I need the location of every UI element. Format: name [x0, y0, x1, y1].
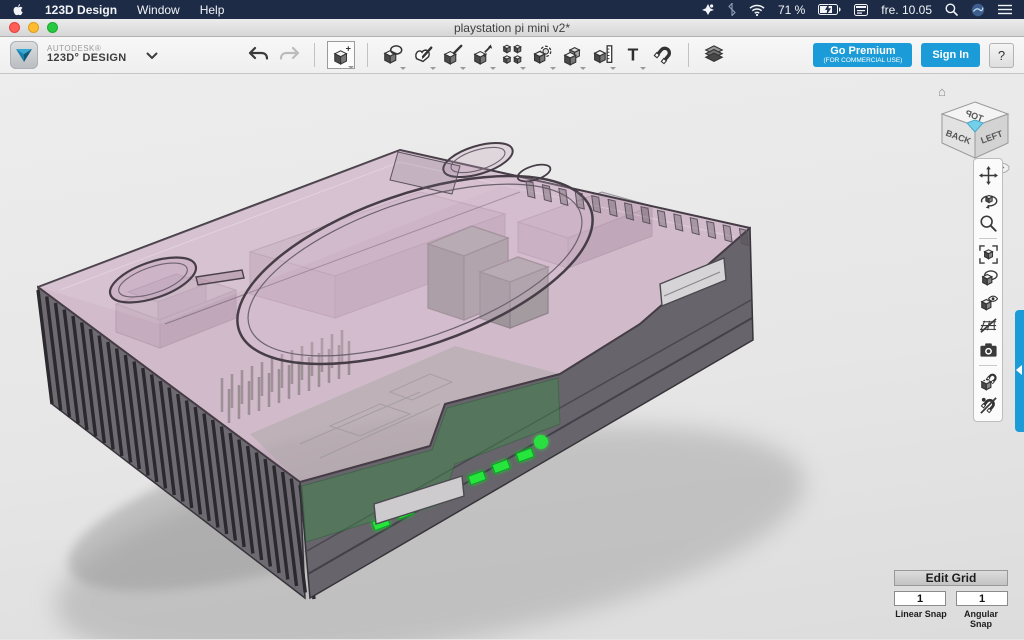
- avast-icon[interactable]: [701, 2, 715, 18]
- toolbar-separator: [314, 43, 315, 67]
- menu-app-name[interactable]: 123D Design: [45, 3, 117, 17]
- redo-icon[interactable]: [276, 41, 302, 69]
- visibility-icon[interactable]: [976, 290, 1000, 314]
- linear-snap-input[interactable]: [894, 591, 946, 606]
- app-menu[interactable]: AUTODESK® 123D° DESIGN: [10, 41, 158, 69]
- apple-icon[interactable]: [12, 2, 25, 18]
- pattern-icon[interactable]: [500, 41, 526, 69]
- arrow-left-icon: [1016, 365, 1022, 375]
- combine-icon[interactable]: [560, 41, 586, 69]
- grouping-icon[interactable]: [530, 41, 556, 69]
- primitives-icon[interactable]: +: [327, 41, 355, 69]
- svg-text:+: +: [345, 44, 350, 53]
- 123d-logo-icon: [10, 41, 38, 69]
- macos-menu-bar: 123D Design Window Help 71 %: [0, 0, 1024, 19]
- home-icon[interactable]: ⌂: [938, 84, 946, 99]
- screen: 123D Design Window Help 71 %: [0, 0, 1024, 640]
- construct-icon[interactable]: [380, 41, 406, 69]
- tool-strip: +: [244, 41, 729, 69]
- battery-icon[interactable]: [818, 2, 841, 18]
- window-title: playstation pi mini v2*: [0, 21, 1024, 35]
- angular-snap-label: Angular Snap: [954, 609, 1008, 629]
- menu-window[interactable]: Window: [137, 3, 180, 17]
- go-premium-sublabel: (FOR COMMERCIAL USE): [823, 57, 902, 64]
- measure-icon[interactable]: [590, 41, 616, 69]
- zoom-icon[interactable]: [976, 211, 1000, 235]
- zoom-fit-icon[interactable]: [976, 242, 1000, 266]
- sign-in-button[interactable]: Sign In: [921, 43, 980, 67]
- view-mode-icon[interactable]: [976, 266, 1000, 290]
- app-toolbar: AUTODESK® 123D° DESIGN +: [0, 37, 1024, 74]
- undo-icon[interactable]: [246, 41, 272, 69]
- svg-text:T: T: [627, 45, 638, 65]
- modify-icon[interactable]: [440, 41, 466, 69]
- bluetooth-icon[interactable]: [728, 2, 736, 18]
- calendar-icon[interactable]: [854, 2, 868, 18]
- edit-grid-button[interactable]: Edit Grid: [894, 570, 1008, 586]
- panel-divider: [979, 238, 997, 239]
- 3d-model-playstation-pi-case[interactable]: [0, 74, 1024, 639]
- go-premium-button[interactable]: Go Premium (FOR COMMERCIAL USE): [813, 43, 912, 66]
- object-snap-icon[interactable]: [976, 369, 1000, 393]
- toolbar-separator: [688, 43, 689, 67]
- notification-list-icon[interactable]: [998, 2, 1012, 18]
- toolbar-separator: [367, 43, 368, 67]
- angular-snap-input[interactable]: [956, 591, 1008, 606]
- view-tool-panel: [973, 158, 1003, 422]
- menu-clock[interactable]: fre. 10.05: [881, 3, 932, 17]
- orbit-icon[interactable]: [976, 187, 1000, 211]
- snap-icon[interactable]: [650, 41, 676, 69]
- transform-icon[interactable]: [470, 41, 496, 69]
- view-cube-body[interactable]: TOP BACK LEFT: [942, 102, 1008, 158]
- menu-help[interactable]: Help: [200, 3, 225, 17]
- sketch-icon[interactable]: [410, 41, 436, 69]
- battery-percentage: 71 %: [778, 3, 805, 17]
- help-button[interactable]: ?: [989, 43, 1014, 68]
- pan-icon[interactable]: [976, 163, 1000, 187]
- screenshot-icon[interactable]: [976, 338, 1000, 362]
- window-title-bar: playstation pi mini v2*: [0, 19, 1024, 37]
- text-icon[interactable]: T: [620, 41, 646, 69]
- panel-divider: [979, 365, 997, 366]
- snap-off-icon[interactable]: [976, 393, 1000, 417]
- brand-123d-design: 123D° DESIGN: [47, 53, 127, 65]
- viewport-canvas[interactable]: ⌂ TOP BACK LEFT: [0, 74, 1024, 639]
- parts-flyout-tab[interactable]: [1015, 310, 1024, 432]
- linear-snap-label: Linear Snap: [894, 609, 948, 629]
- go-premium-label: Go Premium: [823, 45, 902, 57]
- edit-grid-panel: Edit Grid Linear Snap Angular Snap: [894, 570, 1008, 629]
- brand-text: AUTODESK® 123D° DESIGN: [47, 45, 127, 65]
- chevron-down-icon[interactable]: [146, 46, 158, 64]
- siri-icon[interactable]: [971, 2, 985, 18]
- wifi-icon[interactable]: [749, 2, 765, 18]
- power-led: [534, 435, 548, 449]
- grid-toggle-icon[interactable]: [976, 314, 1000, 338]
- search-icon[interactable]: [945, 2, 958, 18]
- print-3d-icon[interactable]: [701, 41, 727, 69]
